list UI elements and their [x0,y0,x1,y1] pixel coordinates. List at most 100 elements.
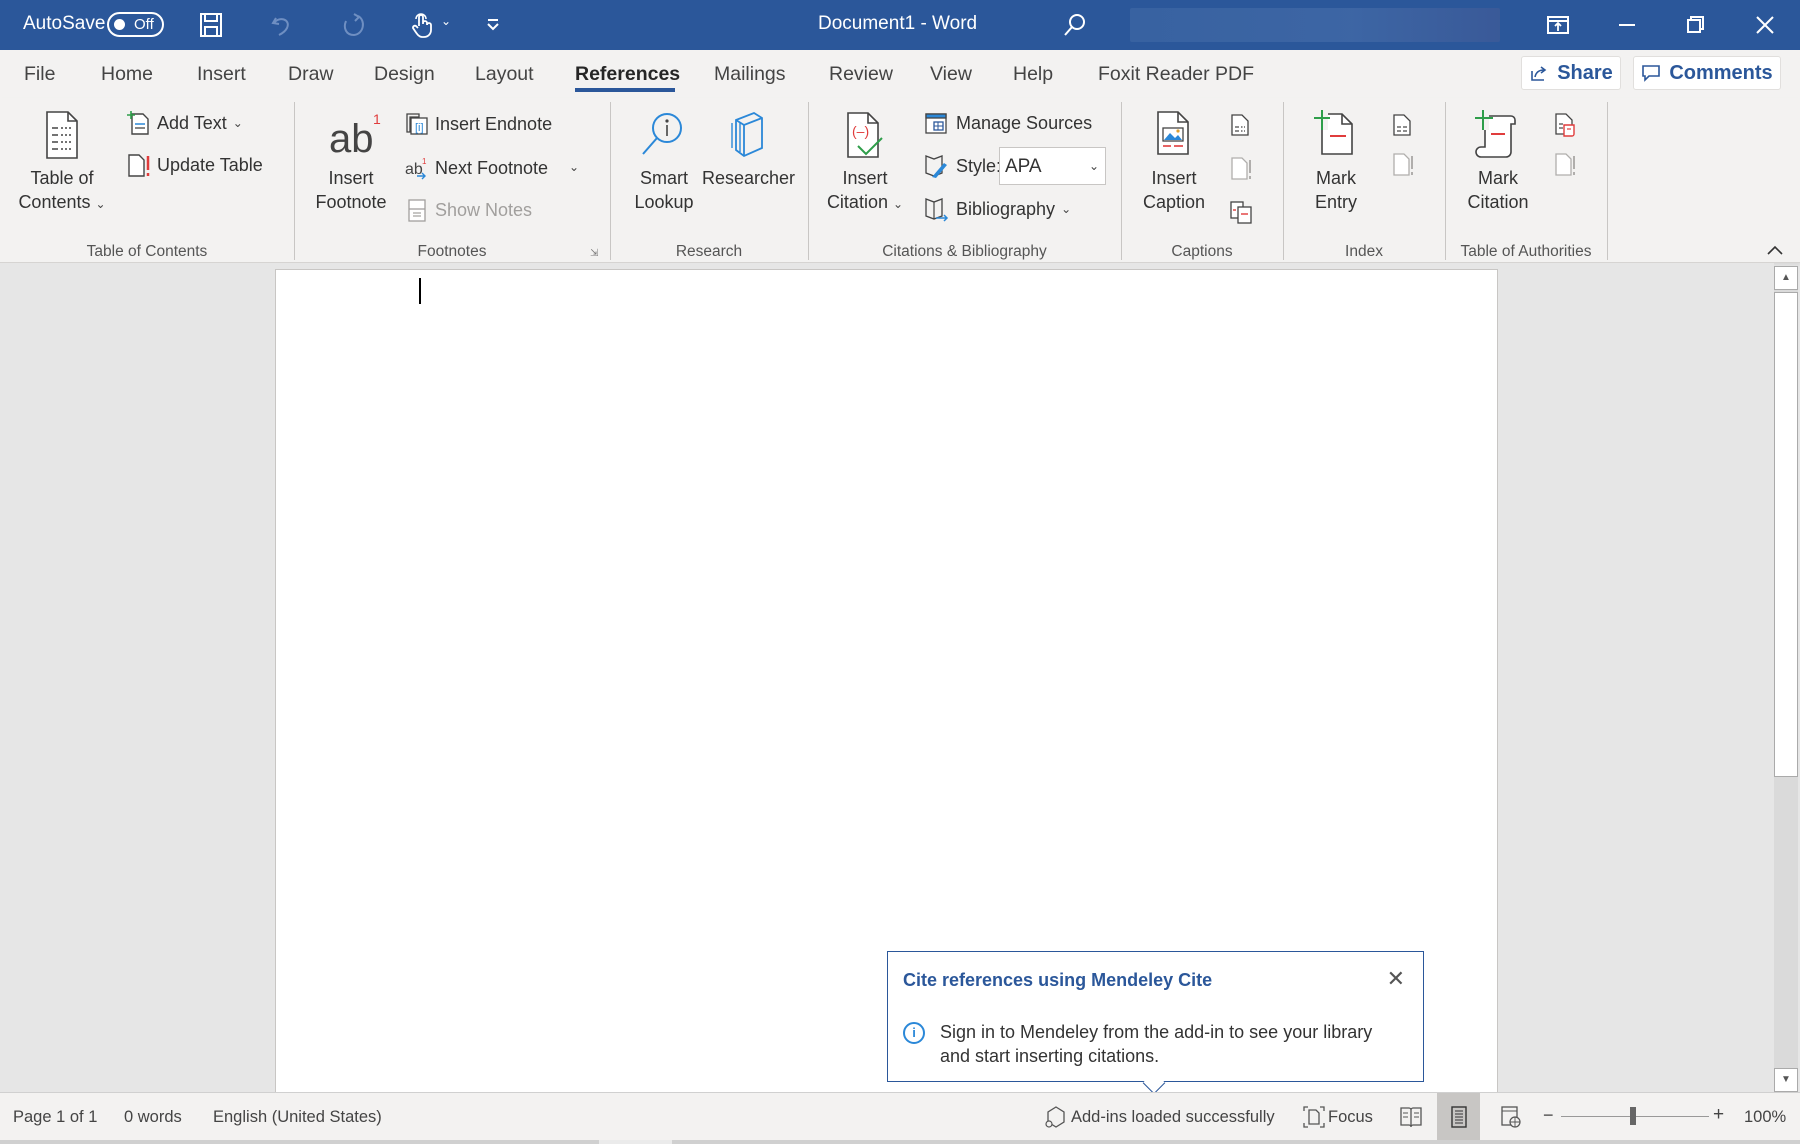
restore-icon[interactable] [1680,10,1710,40]
zoom-level[interactable]: 100% [1744,1108,1786,1127]
comments-button[interactable]: Comments [1633,56,1781,90]
insert-citation-line2: Citation [826,192,888,212]
minimize-icon[interactable] [1612,10,1642,40]
group-label-table-of-authorities: Table of Authorities [1460,243,1592,260]
manage-sources-button[interactable]: Manage Sources [924,111,1092,135]
cross-reference-icon[interactable] [1229,200,1253,224]
tab-design[interactable]: Design [374,63,435,86]
tab-view[interactable]: View [930,63,972,86]
insert-caption-button[interactable]: Insert Caption [1134,110,1214,214]
insert-table-of-authorities-icon[interactable] [1553,112,1577,138]
insert-endnote-button[interactable]: [i] Insert Endnote [405,112,552,136]
zoom-out-button[interactable]: − [1543,1105,1554,1126]
undo-icon[interactable] [267,10,297,40]
zoom-in-button[interactable]: + [1713,1104,1724,1126]
web-layout-icon[interactable] [1499,1105,1523,1129]
status-bar: Page 1 of 1 0 words English (United Stat… [0,1092,1800,1141]
scrollbar-thumb[interactable] [1774,292,1798,777]
popup-close-icon[interactable]: ✕ [1387,966,1405,992]
bibliography-button[interactable]: Bibliography ⌄ [924,196,1071,222]
add-ins-status[interactable]: Add-ins loaded successfully [1071,1108,1275,1127]
group-separator [1121,102,1122,260]
language[interactable]: English (United States) [213,1108,382,1127]
manage-sources-icon [925,113,947,134]
next-footnote-button[interactable]: ab 1 Next Footnote [405,156,548,180]
group-label-index: Index [1345,243,1383,260]
tab-review[interactable]: Review [829,63,893,86]
show-notes-button[interactable]: Show Notes [405,198,532,222]
mark-citation-button[interactable]: Mark Citation [1458,110,1538,214]
touch-mode-icon[interactable] [408,10,438,40]
insert-citation-button[interactable]: (–) Insert Citation ⌄ [818,110,912,216]
update-table-button[interactable]: Update Table [127,152,263,178]
scroll-up-arrow-icon[interactable]: ▲ [1774,266,1798,290]
insert-citation-line1: Insert [842,168,888,188]
collapse-ribbon-icon[interactable] [1766,244,1784,256]
table-of-contents-button[interactable]: Table of Contents ⌄ [16,110,108,216]
tab-file[interactable]: File [24,63,55,86]
group-separator [1607,102,1608,260]
search-box[interactable] [1130,8,1500,42]
save-icon[interactable] [196,10,226,40]
citation-style-select[interactable]: APA ⌄ [999,147,1106,185]
group-separator [1283,102,1284,260]
mark-entry-button[interactable]: Mark Entry [1298,110,1374,214]
horizontal-scrollbar[interactable] [0,1140,1800,1144]
zoom-slider-thumb[interactable] [1630,1107,1636,1125]
toggle-knob [114,19,125,30]
group-label-captions: Captions [1171,243,1233,260]
print-layout-icon[interactable] [1447,1105,1471,1129]
next-footnote-dropdown[interactable]: ⌄ [569,160,579,174]
update-index-icon[interactable] [1391,152,1415,178]
insert-footnote-button[interactable]: ab 1 Insert Footnote [310,110,392,214]
autosave-toggle[interactable]: Off [107,12,164,37]
insert-endnote-label: Insert Endnote [435,113,553,134]
focus-mode-button[interactable]: Focus [1328,1108,1373,1127]
toc-label-line1: Table of [30,168,94,188]
share-button[interactable]: Share [1521,56,1621,90]
svg-text:ab: ab [329,117,374,160]
chevron-down-icon: ⌄ [1061,202,1072,216]
tab-home[interactable]: Home [101,63,153,86]
group-separator [808,102,809,260]
tab-help[interactable]: Help [1013,63,1053,86]
manage-sources-label: Manage Sources [956,112,1093,133]
mark-citation-icon [1475,110,1516,158]
word-count[interactable]: 0 words [124,1108,182,1127]
researcher-label: Researcher [702,168,796,188]
insert-caption-icon [1157,111,1189,155]
group-separator [610,102,611,260]
customize-qat-icon[interactable] [478,10,508,40]
insert-index-icon[interactable] [1391,113,1413,137]
svg-text:[i]: [i] [415,122,424,134]
insert-footnote-icon: ab 1 [329,111,381,160]
next-footnote-label: Next Footnote [435,157,549,178]
touch-mode-chevron-icon[interactable]: ⌄ [441,14,451,28]
add-ins-icon [1045,1106,1065,1128]
tab-foxit-reader-pdf[interactable]: Foxit Reader PDF [1098,63,1254,86]
tab-layout[interactable]: Layout [475,63,534,86]
vertical-scrollbar[interactable]: ▲ ▼ [1774,266,1798,1092]
insert-table-of-figures-icon[interactable] [1229,113,1251,137]
researcher-button[interactable]: Researcher [702,110,796,190]
close-icon[interactable] [1750,10,1780,40]
tab-references[interactable]: References [575,63,680,86]
update-table-of-authorities-icon[interactable] [1553,152,1577,178]
read-mode-icon[interactable] [1399,1105,1423,1129]
page-count[interactable]: Page 1 of 1 [13,1108,97,1127]
add-text-label: Add Text [157,112,227,133]
tab-insert[interactable]: Insert [197,63,246,86]
add-text-button[interactable]: Add Text ⌄ [127,110,243,136]
scroll-down-arrow-icon[interactable]: ▼ [1774,1068,1798,1092]
horizontal-scrollbar-thumb[interactable] [599,1140,672,1144]
tab-draw[interactable]: Draw [288,63,334,86]
update-table-of-figures-icon[interactable] [1229,156,1253,182]
redo-icon[interactable] [338,10,368,40]
svg-text:1: 1 [373,111,381,127]
popup-message: Sign in to Mendeley from the add-in to s… [940,1022,1373,1066]
ribbon-display-options-icon[interactable] [1543,10,1573,40]
tab-mailings[interactable]: Mailings [714,63,786,86]
chevron-down-icon: ⌄ [569,160,580,174]
search-icon[interactable] [1060,10,1090,40]
smart-lookup-button[interactable]: Smart Lookup [625,110,703,214]
